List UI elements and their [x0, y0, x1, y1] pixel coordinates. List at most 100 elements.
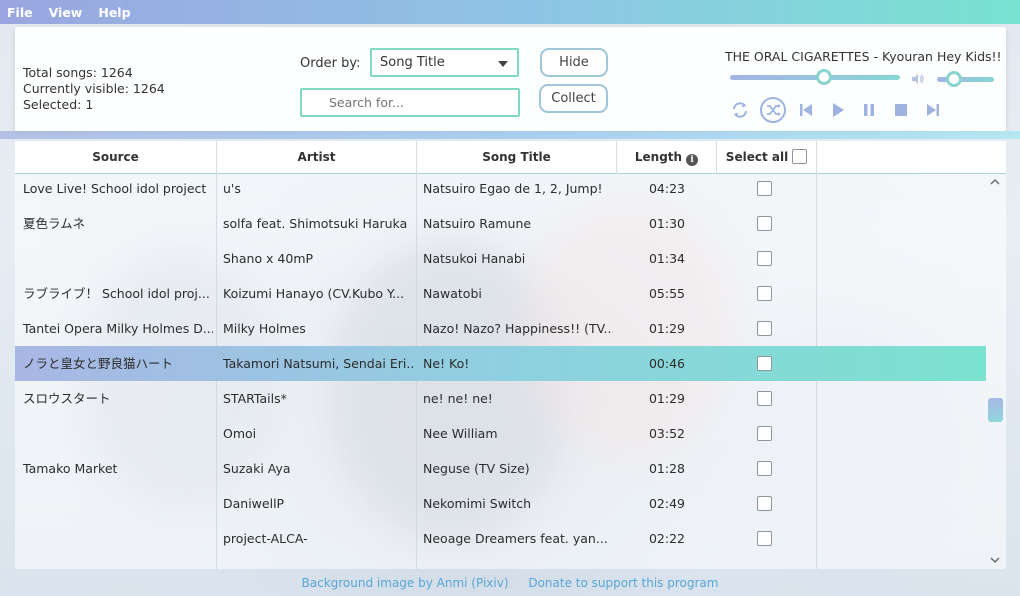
table-row[interactable]: 夏色ラムネ solfa feat. Shimotsuki Haruka Natsui…: [15, 206, 986, 241]
volume-handle[interactable]: [946, 71, 963, 87]
cell-song-title: ne! ne! ne!: [423, 391, 493, 406]
header-song-title[interactable]: Song Title: [417, 141, 617, 174]
table-row[interactable]: DaniwellP Nekomimi Switch 02:49: [15, 486, 986, 521]
row-checkbox[interactable]: [757, 531, 772, 546]
cell-source: [23, 241, 213, 276]
cell-source: 夏色ラムネ: [23, 216, 86, 231]
cell-artist: Omoi: [223, 426, 257, 441]
menu-file[interactable]: File: [7, 5, 33, 20]
progress-handle[interactable]: [815, 69, 832, 85]
cell-song-title: Nazo! Nazo? Happiness!! (TV...: [423, 321, 613, 336]
scrollbar-thumb[interactable]: [988, 398, 1003, 422]
header-source[interactable]: Source: [15, 141, 217, 174]
cell-artist: Milky Holmes: [223, 321, 306, 336]
search-input[interactable]: [300, 88, 520, 117]
scroll-down-icon[interactable]: [989, 555, 1001, 565]
select-all-label: Select all: [725, 150, 789, 164]
shuffle-icon[interactable]: [759, 96, 787, 124]
scroll-up-icon[interactable]: [989, 177, 1001, 187]
cell-length: 01:29: [648, 321, 686, 336]
stop-icon[interactable]: [890, 99, 912, 121]
row-checkbox[interactable]: [757, 356, 772, 371]
cell-source: Tamako Market: [23, 461, 118, 476]
table-row[interactable]: project-ALCA- Neoage Dreamers feat. yan..…: [15, 521, 986, 556]
cell-source: [23, 416, 213, 451]
cell-artist: STARTails*: [223, 391, 287, 406]
table-row[interactable]: ノラと皇女と野良猫ハート Takamori Natsumi, Sendai Eri…: [15, 346, 986, 381]
menu-help[interactable]: Help: [98, 5, 130, 20]
row-checkbox[interactable]: [757, 391, 772, 406]
cell-artist: solfa feat. Shimotsuki Haruka: [223, 216, 408, 231]
header-select-all[interactable]: Select all: [717, 141, 817, 174]
row-checkbox[interactable]: [757, 181, 772, 196]
cell-source: ラブライブ！ School idol proj...: [23, 286, 210, 301]
row-checkbox[interactable]: [757, 251, 772, 266]
donate-link[interactable]: Donate to support this program: [528, 576, 718, 590]
cell-song-title: Nekomimi Switch: [423, 496, 532, 511]
next-icon[interactable]: [922, 99, 944, 121]
collect-button[interactable]: Collect: [539, 84, 608, 113]
cell-length: 01:30: [648, 216, 686, 231]
cell-song-title: Natsuiro Egao de 1, 2, Jump!: [423, 181, 603, 196]
chevron-down-icon: [498, 61, 508, 67]
table-row[interactable]: Shano x 40mP Natsukoi Hanabi 01:34: [15, 241, 986, 276]
row-checkbox[interactable]: [757, 216, 772, 231]
hide-button[interactable]: Hide: [540, 48, 608, 77]
select-all-checkbox[interactable]: [792, 149, 808, 164]
row-checkbox[interactable]: [757, 426, 772, 441]
volume-icon[interactable]: [911, 73, 924, 85]
menu-view[interactable]: View: [49, 5, 83, 20]
selected-songs: Selected: 1: [23, 97, 94, 112]
volume-slider[interactable]: [937, 71, 994, 87]
row-checkbox[interactable]: [757, 496, 772, 511]
cell-source: ノラと皇女と野良猫ハート: [23, 356, 174, 371]
cell-song-title: Nawatobi: [423, 286, 482, 301]
cell-length: 05:55: [648, 286, 686, 301]
song-table: Source Artist Song Title Length i Select …: [15, 141, 1006, 569]
visible-songs: Currently visible: 1264: [23, 81, 165, 96]
cell-source: スロウスタート: [23, 391, 111, 406]
previous-icon[interactable]: [795, 99, 817, 121]
cell-length: 01:28: [648, 461, 686, 476]
background-credit-link[interactable]: Background image by Anmi (Pixiv): [302, 576, 509, 590]
cell-song-title: Natsukoi Hanabi: [423, 251, 526, 266]
cell-length: 01:29: [648, 391, 686, 406]
cell-length: 03:52: [648, 426, 686, 441]
cell-length: 01:34: [648, 251, 686, 266]
table-row[interactable]: スロウスタート STARTails* ne! ne! ne! 01:29: [15, 381, 986, 416]
menu-bar: File View Help: [0, 0, 1020, 24]
cell-length: 04:23: [648, 181, 686, 196]
header-length-label: Length: [634, 150, 683, 164]
song-stats: Total songs: 1264 Currently visible: 126…: [23, 65, 165, 113]
cell-song-title: Neoage Dreamers feat. yan...: [423, 531, 608, 546]
table-row[interactable]: Love Live! School idol project u's Natsuir…: [15, 171, 986, 206]
cell-song-title: Natsuiro Ramune: [423, 216, 532, 231]
order-by-select[interactable]: Song Title: [370, 48, 519, 77]
row-checkbox[interactable]: [757, 286, 772, 301]
table-row[interactable]: Tantei Opera Milky Holmes D... Milky Holm…: [15, 311, 986, 346]
play-icon[interactable]: [827, 99, 849, 121]
row-checkbox[interactable]: [757, 461, 772, 476]
cell-song-title: Neguse (TV Size): [423, 461, 530, 476]
progress-slider[interactable]: [730, 69, 900, 85]
cell-length: 02:22: [648, 531, 686, 546]
cell-song-title: Ne! Ko!: [423, 356, 470, 371]
pause-icon[interactable]: [858, 99, 880, 121]
panel-divider: [0, 131, 1020, 139]
row-checkbox[interactable]: [757, 321, 772, 336]
table-row[interactable]: Tamako Market Suzaki Aya Neguse (TV Size) 0…: [15, 451, 986, 486]
order-by-value: Song Title: [380, 55, 445, 70]
cell-length: 00:46: [648, 356, 686, 371]
info-icon[interactable]: i: [686, 154, 699, 166]
header-length[interactable]: Length i: [617, 141, 717, 174]
cell-artist: Takamori Natsumi, Sendai Eri...: [223, 356, 413, 371]
cell-source: Love Live! School idol project: [23, 181, 207, 196]
header-artist[interactable]: Artist: [217, 141, 417, 174]
cell-artist: project-ALCA-: [223, 531, 308, 546]
repeat-icon[interactable]: [729, 99, 751, 121]
cell-artist: Koizumi Hanayo (CV.Kubo Y...: [223, 286, 405, 301]
cell-song-title: Nee William: [423, 426, 498, 441]
cell-artist: Suzaki Aya: [223, 461, 291, 476]
table-row[interactable]: ラブライブ！ School idol proj... Koizumi Hanayo…: [15, 276, 986, 311]
table-row[interactable]: Omoi Nee William 03:52: [15, 416, 986, 451]
